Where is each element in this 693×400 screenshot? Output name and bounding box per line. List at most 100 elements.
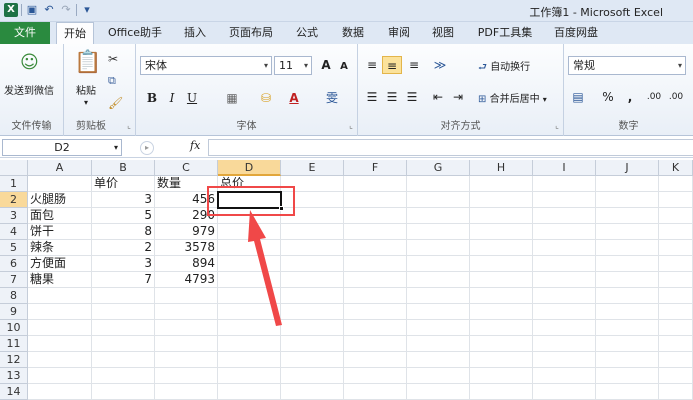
grid-cell[interactable] xyxy=(533,192,596,208)
borders-icon[interactable]: ▦ xyxy=(222,89,242,107)
cell-a5[interactable]: 辣条 xyxy=(28,240,92,256)
grid-cell[interactable] xyxy=(344,288,407,304)
dialog-launcher-icon[interactable]: ⌞ xyxy=(555,121,559,130)
decrease-decimal-button[interactable]: .00 xyxy=(666,88,686,106)
tab-data[interactable]: 数据 xyxy=(334,22,372,44)
tab-review[interactable]: 审阅 xyxy=(380,22,418,44)
increase-decimal-button[interactable]: .00 xyxy=(644,88,664,106)
grid-cell[interactable] xyxy=(470,224,533,240)
cell-c4[interactable]: 979 xyxy=(155,224,218,240)
grid-cell[interactable] xyxy=(596,176,659,192)
grid-cell[interactable] xyxy=(407,336,470,352)
grid-cell[interactable] xyxy=(155,384,218,400)
column-header-e[interactable]: E xyxy=(281,160,344,176)
cell-a4[interactable]: 饼干 xyxy=(28,224,92,240)
grid-cell[interactable] xyxy=(344,384,407,400)
cell-c6[interactable]: 894 xyxy=(155,256,218,272)
cell-b6[interactable]: 3 xyxy=(92,256,155,272)
row-header[interactable]: 7 xyxy=(0,272,28,288)
grid-cell[interactable] xyxy=(344,368,407,384)
font-name-select[interactable]: 宋体 ▾ xyxy=(140,56,272,75)
grid-cell[interactable] xyxy=(218,224,281,240)
grid-cell[interactable] xyxy=(92,352,155,368)
save-icon[interactable]: ▣ xyxy=(25,3,39,17)
format-painter-icon[interactable]: 🖌 xyxy=(108,96,123,110)
grid-cell[interactable] xyxy=(281,368,344,384)
cell-c5[interactable]: 3578 xyxy=(155,240,218,256)
cell-b2[interactable]: 3 xyxy=(92,192,155,208)
grid-cell[interactable] xyxy=(155,336,218,352)
grid-cell[interactable] xyxy=(407,368,470,384)
customize-icon[interactable]: ▾ xyxy=(80,3,94,17)
formula-input[interactable] xyxy=(208,139,693,156)
grid-cell[interactable] xyxy=(470,368,533,384)
grid-cell[interactable] xyxy=(596,336,659,352)
grid-cell[interactable] xyxy=(281,272,344,288)
tab-pdf-tools[interactable]: PDF工具集 xyxy=(470,22,540,44)
grid-cell[interactable] xyxy=(281,224,344,240)
italic-button[interactable]: I xyxy=(162,89,182,107)
dialog-launcher-icon[interactable]: ⌞ xyxy=(349,121,353,130)
grid-cell[interactable] xyxy=(344,272,407,288)
grid-cell[interactable] xyxy=(281,304,344,320)
grid-cell[interactable] xyxy=(281,384,344,400)
bold-button[interactable]: B xyxy=(142,89,162,107)
grid-cell[interactable] xyxy=(470,240,533,256)
grid-cell[interactable] xyxy=(218,368,281,384)
row-header[interactable]: 1 xyxy=(0,176,28,192)
align-left-icon[interactable]: ☰ xyxy=(362,88,382,106)
grid-cell[interactable] xyxy=(218,352,281,368)
grid-cell[interactable] xyxy=(659,240,693,256)
grid-cell[interactable] xyxy=(596,240,659,256)
grid-cell[interactable] xyxy=(470,320,533,336)
phonetic-button[interactable]: 雯 xyxy=(322,89,342,107)
cell-b5[interactable]: 2 xyxy=(92,240,155,256)
align-center-icon[interactable]: ☰ xyxy=(382,88,402,106)
accounting-format-icon[interactable]: ▤ xyxy=(568,88,588,106)
cell-a2[interactable]: 火腿肠 xyxy=(28,192,92,208)
grid-cell[interactable] xyxy=(344,240,407,256)
grid-cell[interactable] xyxy=(470,352,533,368)
grid-cell[interactable] xyxy=(344,336,407,352)
grid-cell[interactable] xyxy=(28,304,92,320)
grid-cell[interactable] xyxy=(407,240,470,256)
grid-cell[interactable] xyxy=(281,288,344,304)
grid-cell[interactable] xyxy=(344,256,407,272)
cell-b4[interactable]: 8 xyxy=(92,224,155,240)
tab-page-layout[interactable]: 页面布局 xyxy=(222,22,280,44)
grid-cell[interactable] xyxy=(596,384,659,400)
grid-cell[interactable] xyxy=(28,368,92,384)
column-header-i[interactable]: I xyxy=(533,160,596,176)
chevron-down-icon[interactable]: ▾ xyxy=(84,98,88,107)
grid-cell[interactable] xyxy=(533,176,596,192)
decrease-indent-icon[interactable]: ⇤ xyxy=(428,88,448,106)
grid-cell[interactable] xyxy=(659,352,693,368)
row-header[interactable]: 4 xyxy=(0,224,28,240)
grid-cell[interactable] xyxy=(659,320,693,336)
font-color-button[interactable]: A xyxy=(284,89,304,107)
grid-cell[interactable] xyxy=(407,224,470,240)
grid-cell[interactable] xyxy=(659,192,693,208)
grid-cell[interactable] xyxy=(218,320,281,336)
row-header[interactable]: 9 xyxy=(0,304,28,320)
shrink-font-button[interactable]: A xyxy=(334,58,354,76)
grid-cell[interactable] xyxy=(407,288,470,304)
grid-cell[interactable] xyxy=(218,336,281,352)
grid-cell[interactable] xyxy=(407,304,470,320)
column-header-f[interactable]: F xyxy=(344,160,407,176)
grid-cell[interactable] xyxy=(533,304,596,320)
column-header-j[interactable]: J xyxy=(596,160,659,176)
grid-cell[interactable] xyxy=(533,224,596,240)
grid-cell[interactable] xyxy=(28,288,92,304)
row-header[interactable]: 6 xyxy=(0,256,28,272)
grid-cell[interactable] xyxy=(344,176,407,192)
grid-cell[interactable] xyxy=(344,208,407,224)
grid-cell[interactable] xyxy=(470,384,533,400)
name-box[interactable]: D2 ▾ xyxy=(2,139,122,156)
tab-home[interactable]: 开始 xyxy=(56,22,94,45)
grid-cell[interactable] xyxy=(155,304,218,320)
grid-cell[interactable] xyxy=(92,288,155,304)
grid-cell[interactable] xyxy=(659,208,693,224)
grid-cell[interactable] xyxy=(533,256,596,272)
cell-b3[interactable]: 5 xyxy=(92,208,155,224)
